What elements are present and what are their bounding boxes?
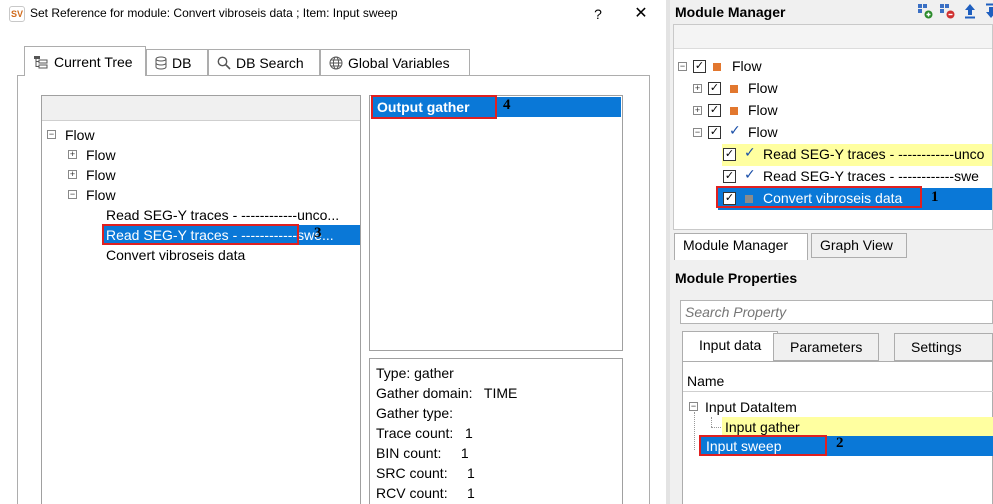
tab-label: DB — [172, 54, 192, 71]
add-module-icon[interactable] — [917, 3, 933, 19]
dialog-titlebar: SV Set Reference for module: Convert vib… — [0, 0, 666, 28]
flow-checkbox[interactable]: ✓ — [708, 126, 721, 139]
dialog-title: Set Reference for module: Convert vibros… — [30, 6, 398, 20]
collapse-toggle[interactable]: − — [678, 62, 687, 71]
search-property-input[interactable] — [680, 300, 993, 324]
info-src-count: SRC count: 1 — [376, 465, 475, 481]
column-header-name: Name — [683, 370, 993, 392]
prop-item-input-gather[interactable]: Input gather — [722, 417, 993, 437]
checkmark-icon: ✓ — [744, 144, 756, 160]
callout-number-4: 4 — [503, 97, 511, 113]
mm-tree-node-flow[interactable]: Flow — [748, 100, 778, 120]
tree-icon — [34, 55, 48, 68]
module-properties-title: Module Properties — [675, 270, 798, 286]
properties-panel: Name − Input DataItem Input gather Input… — [682, 361, 993, 504]
module-checkbox[interactable]: ✓ — [723, 148, 736, 161]
collapse-toggle[interactable]: − — [47, 130, 56, 139]
tab-label: Current Tree — [54, 53, 133, 70]
database-icon — [155, 56, 167, 69]
collapse-toggle[interactable]: − — [689, 402, 698, 411]
callout-box-4 — [371, 95, 497, 119]
flow-square-icon — [713, 63, 721, 71]
flow-tree-header — [674, 25, 992, 49]
flow-checkbox[interactable]: ✓ — [708, 104, 721, 117]
tab-graph-view[interactable]: Graph View — [811, 233, 907, 258]
module-manager-title: Module Manager — [675, 4, 786, 20]
tree-guide-line — [694, 412, 695, 450]
prop-item-input-dataitem[interactable]: Input DataItem — [705, 397, 797, 417]
tab-label: Global Variables — [348, 54, 450, 71]
close-button[interactable]: ✕ — [628, 3, 654, 25]
remove-module-icon[interactable] — [939, 3, 955, 19]
tab-input-data[interactable]: Input data — [682, 331, 779, 362]
current-tree-panel: − Flow + Flow + Flow − Flow Read SEG-Y t… — [41, 95, 361, 504]
flow-square-icon — [730, 107, 738, 115]
mm-tree-node-flow[interactable]: Flow — [748, 78, 778, 98]
search-icon — [217, 56, 231, 70]
checkmark-icon: ✓ — [744, 166, 756, 182]
reference-dialog: SV Set Reference for module: Convert vib… — [0, 0, 666, 504]
output-list-panel: Output gather — [369, 95, 623, 351]
tree-guide-line — [711, 427, 721, 428]
tree-guide-line — [711, 417, 712, 427]
callout-number-1: 1 — [931, 189, 939, 205]
info-trace-count: Trace count: 1 — [376, 425, 473, 441]
collapse-toggle[interactable]: − — [68, 190, 77, 199]
expand-toggle[interactable]: + — [693, 84, 702, 93]
tree-node-flow[interactable]: Flow — [86, 185, 116, 205]
expand-toggle[interactable]: + — [68, 170, 77, 179]
tree-node-convert-vibroseis[interactable]: Convert vibroseis data — [106, 245, 245, 265]
move-down-icon[interactable] — [983, 3, 993, 19]
tree-node-flow[interactable]: Flow — [86, 145, 116, 165]
tree-node-flow-root[interactable]: Flow — [65, 125, 95, 145]
module-checkbox[interactable]: ✓ — [723, 170, 736, 183]
tab-global-variables[interactable]: Global Variables — [320, 49, 470, 75]
tab-db-search[interactable]: DB Search — [208, 49, 320, 75]
mm-module-read-segy-sweep[interactable]: Read SEG-Y traces - ------------swe — [763, 166, 979, 186]
tree-node-read-segy-unco[interactable]: Read SEG-Y traces - ------------unco... — [106, 205, 339, 225]
move-up-icon[interactable] — [962, 3, 978, 19]
mm-tree-node-flow[interactable]: Flow — [748, 122, 778, 142]
callout-number-3: 3 — [314, 225, 322, 241]
help-button[interactable]: ? — [586, 3, 610, 25]
tab-settings[interactable]: Settings — [894, 333, 993, 361]
flow-checkbox[interactable]: ✓ — [708, 82, 721, 95]
tab-db[interactable]: DB — [146, 49, 208, 75]
expand-toggle[interactable]: + — [68, 150, 77, 159]
app-icon: SV — [9, 6, 25, 22]
tab-current-tree[interactable]: Current Tree — [24, 46, 146, 76]
flow-checkbox[interactable]: ✓ — [693, 60, 706, 73]
tree-node-flow[interactable]: Flow — [86, 165, 116, 185]
callout-box-1 — [716, 186, 922, 208]
module-manager-window: Module Manager − ✓ Flow + ✓ Flow + ✓ Flo… — [670, 0, 993, 504]
tree-header — [42, 96, 360, 121]
flow-square-icon — [730, 85, 738, 93]
callout-box-2 — [699, 435, 827, 456]
mm-tree-node-flow-root[interactable]: Flow — [732, 56, 762, 76]
tab-module-manager[interactable]: Module Manager — [674, 233, 808, 260]
callout-number-2: 2 — [836, 435, 844, 451]
item-info-panel: Type: gather Gather domain: TIME Gather … — [369, 358, 623, 504]
checkmark-icon: ✓ — [729, 122, 741, 138]
collapse-toggle[interactable]: − — [693, 128, 702, 137]
info-rcv-count: RCV count: 1 — [376, 485, 475, 501]
info-bin-count: BIN count: 1 — [376, 445, 469, 461]
mm-module-read-segy-unco[interactable]: Read SEG-Y traces - ------------unco — [763, 144, 984, 164]
tab-label: DB Search — [236, 54, 304, 71]
info-type: Type: gather — [376, 365, 454, 381]
expand-toggle[interactable]: + — [693, 106, 702, 115]
tab-parameters[interactable]: Parameters — [773, 333, 880, 361]
callout-box-3 — [102, 224, 299, 245]
info-gather-domain: Gather domain: TIME — [376, 385, 518, 401]
info-gather-type: Gather type: — [376, 405, 454, 421]
globe-icon — [329, 56, 343, 69]
